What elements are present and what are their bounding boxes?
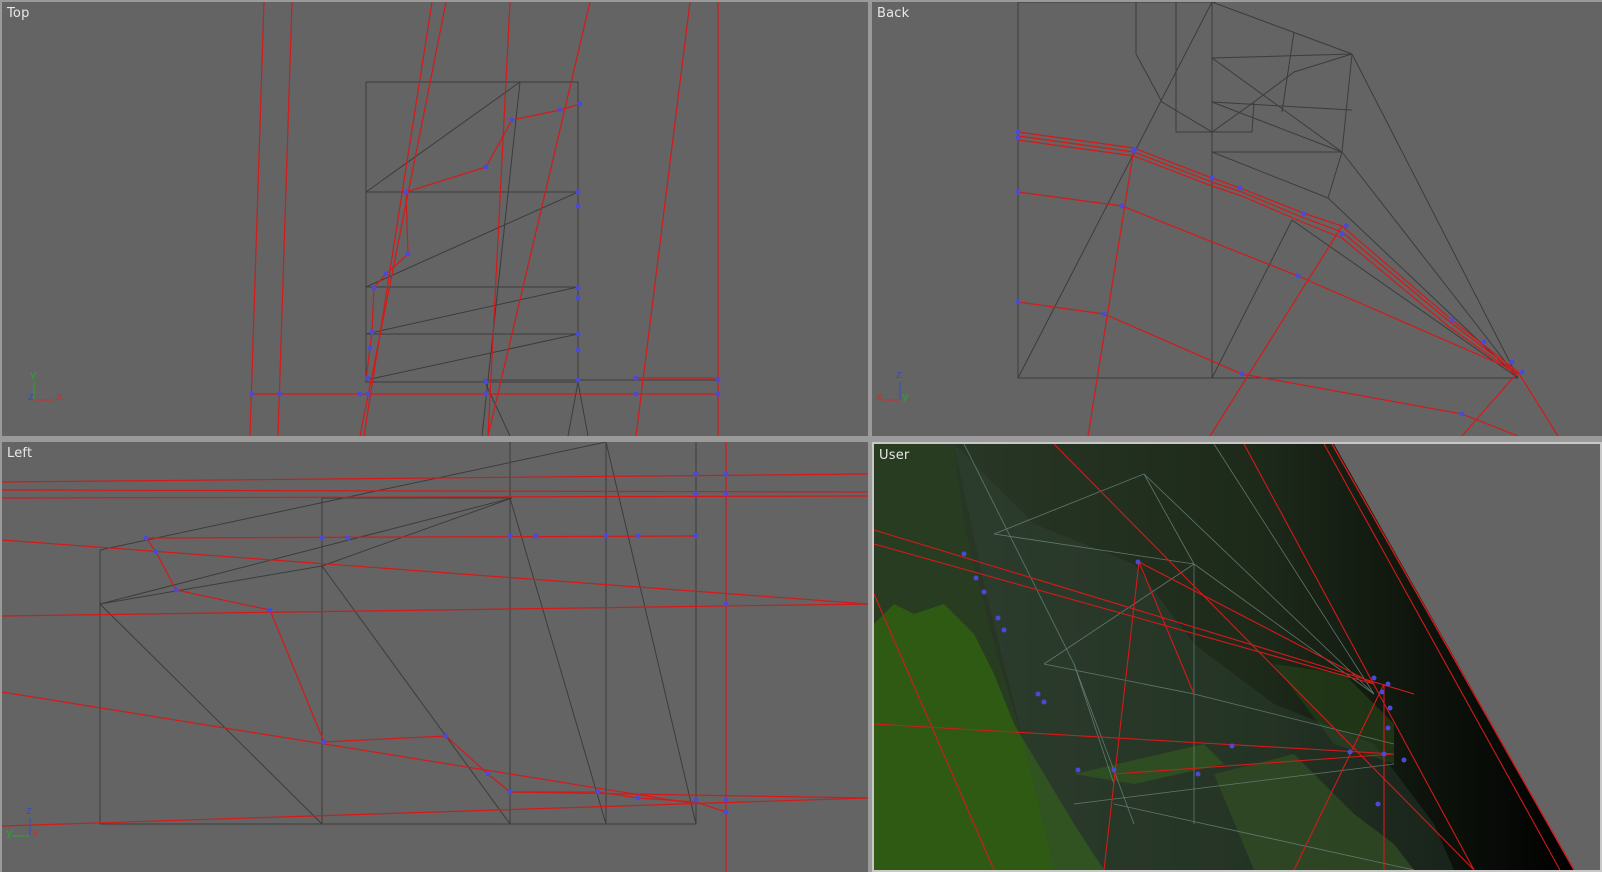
axis-z-label: z — [26, 804, 32, 817]
viewport-label-left[interactable]: Left — [7, 446, 32, 461]
axis-gizmo-top: y x z — [24, 366, 74, 410]
axis-x-label: x — [876, 390, 883, 403]
axis-gizmo-back: z x y — [874, 366, 924, 410]
axis-z-label: z — [896, 368, 902, 381]
axis-x-label: x — [32, 826, 39, 839]
viewport-left[interactable]: Left z y x — [2, 442, 868, 872]
left-wireframe — [2, 442, 868, 872]
axis-gizmo-left: z y x — [4, 802, 54, 846]
axis-y-label: y — [902, 390, 909, 403]
viewport-label-user[interactable]: User — [879, 448, 909, 463]
viewport-user[interactable]: User — [872, 442, 1602, 872]
viewport-back[interactable]: Back z x y — [872, 2, 1602, 436]
viewport-label-back[interactable]: Back — [877, 6, 909, 21]
axis-z-label: z — [28, 390, 34, 403]
axis-y-label: y — [6, 826, 13, 839]
viewport-top[interactable]: Top y x z — [2, 2, 868, 436]
axis-x-label: x — [56, 390, 63, 403]
back-wireframe — [1015, 2, 1559, 436]
axis-y-label: y — [30, 368, 37, 381]
viewport-label-top[interactable]: Top — [7, 6, 30, 21]
top-wireframe — [249, 2, 721, 436]
user-shaded-scene — [874, 444, 1600, 870]
